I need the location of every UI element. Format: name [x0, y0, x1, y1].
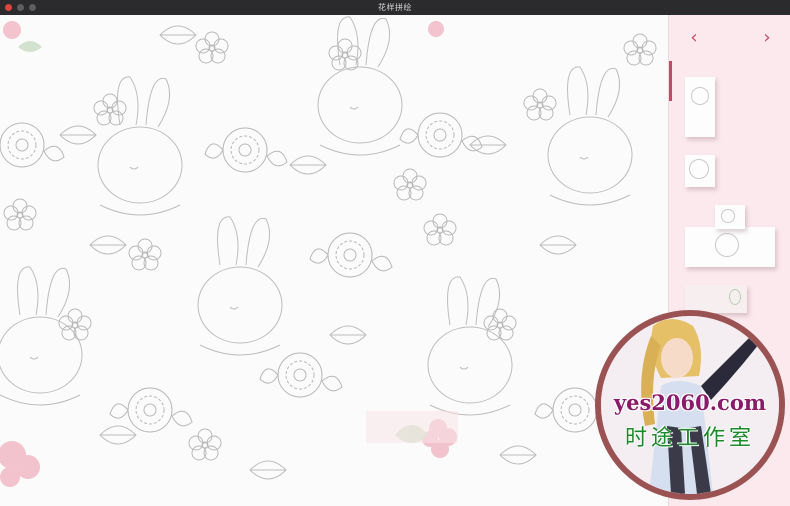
watermark-badge: yes2060.com 时途工作室 — [595, 310, 785, 500]
next-page-button[interactable]: › — [758, 29, 776, 47]
watermark-studio: 时途工作室 — [624, 426, 755, 451]
zoom-window-button[interactable] — [29, 4, 36, 11]
minimize-window-button[interactable] — [17, 4, 24, 11]
window-controls — [5, 4, 36, 11]
prev-page-button[interactable]: ‹ — [685, 29, 703, 47]
puzzle-piece[interactable] — [685, 285, 747, 313]
puzzle-piece[interactable] — [685, 77, 715, 137]
window-titlebar: 花样拼绘 — [0, 0, 790, 15]
watermark-url: yes2060.com — [613, 390, 767, 415]
puzzle-piece[interactable] — [685, 227, 775, 267]
window-title: 花样拼绘 — [378, 3, 412, 12]
tray-scroll-indicator[interactable] — [669, 61, 672, 101]
puzzle-piece[interactable] — [715, 205, 745, 229]
puzzle-board[interactable] — [0, 15, 668, 506]
close-window-button[interactable] — [5, 4, 12, 11]
puzzle-piece[interactable] — [685, 155, 715, 187]
tray-navigation: ‹ › — [669, 15, 790, 61]
line-art-pattern — [0, 16, 657, 487]
